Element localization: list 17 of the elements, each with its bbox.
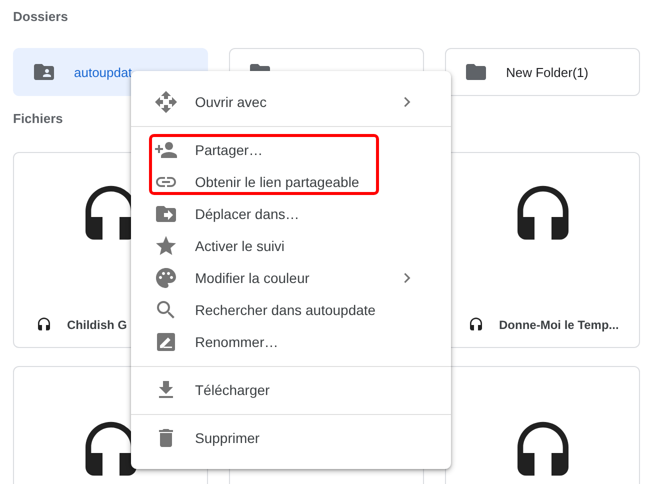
folder-card[interactable]: New Folder(1) bbox=[445, 48, 640, 96]
move-arrows-icon bbox=[154, 90, 178, 114]
pencil-square-icon bbox=[154, 330, 178, 354]
menu-item-label: Télécharger bbox=[195, 382, 271, 398]
folder-name: autoupdat bbox=[74, 64, 132, 80]
section-heading: Dossiers bbox=[13, 8, 69, 26]
menu-item-label: Ouvrir avec bbox=[195, 94, 268, 110]
folder-name: New Folder(1) bbox=[506, 64, 588, 80]
file-name: Donne-Moi le Temp... bbox=[499, 318, 619, 332]
file-name: Childish G bbox=[67, 318, 127, 332]
headphones-icon bbox=[468, 317, 484, 333]
menu-item-label: Supprimer bbox=[195, 430, 261, 446]
menu-item[interactable]: Télécharger bbox=[131, 374, 451, 406]
headphones-icon bbox=[36, 317, 52, 333]
palette-icon bbox=[154, 266, 178, 290]
menu-item[interactable]: Supprimer bbox=[131, 422, 451, 454]
section-heading: Fichiers bbox=[13, 110, 64, 128]
